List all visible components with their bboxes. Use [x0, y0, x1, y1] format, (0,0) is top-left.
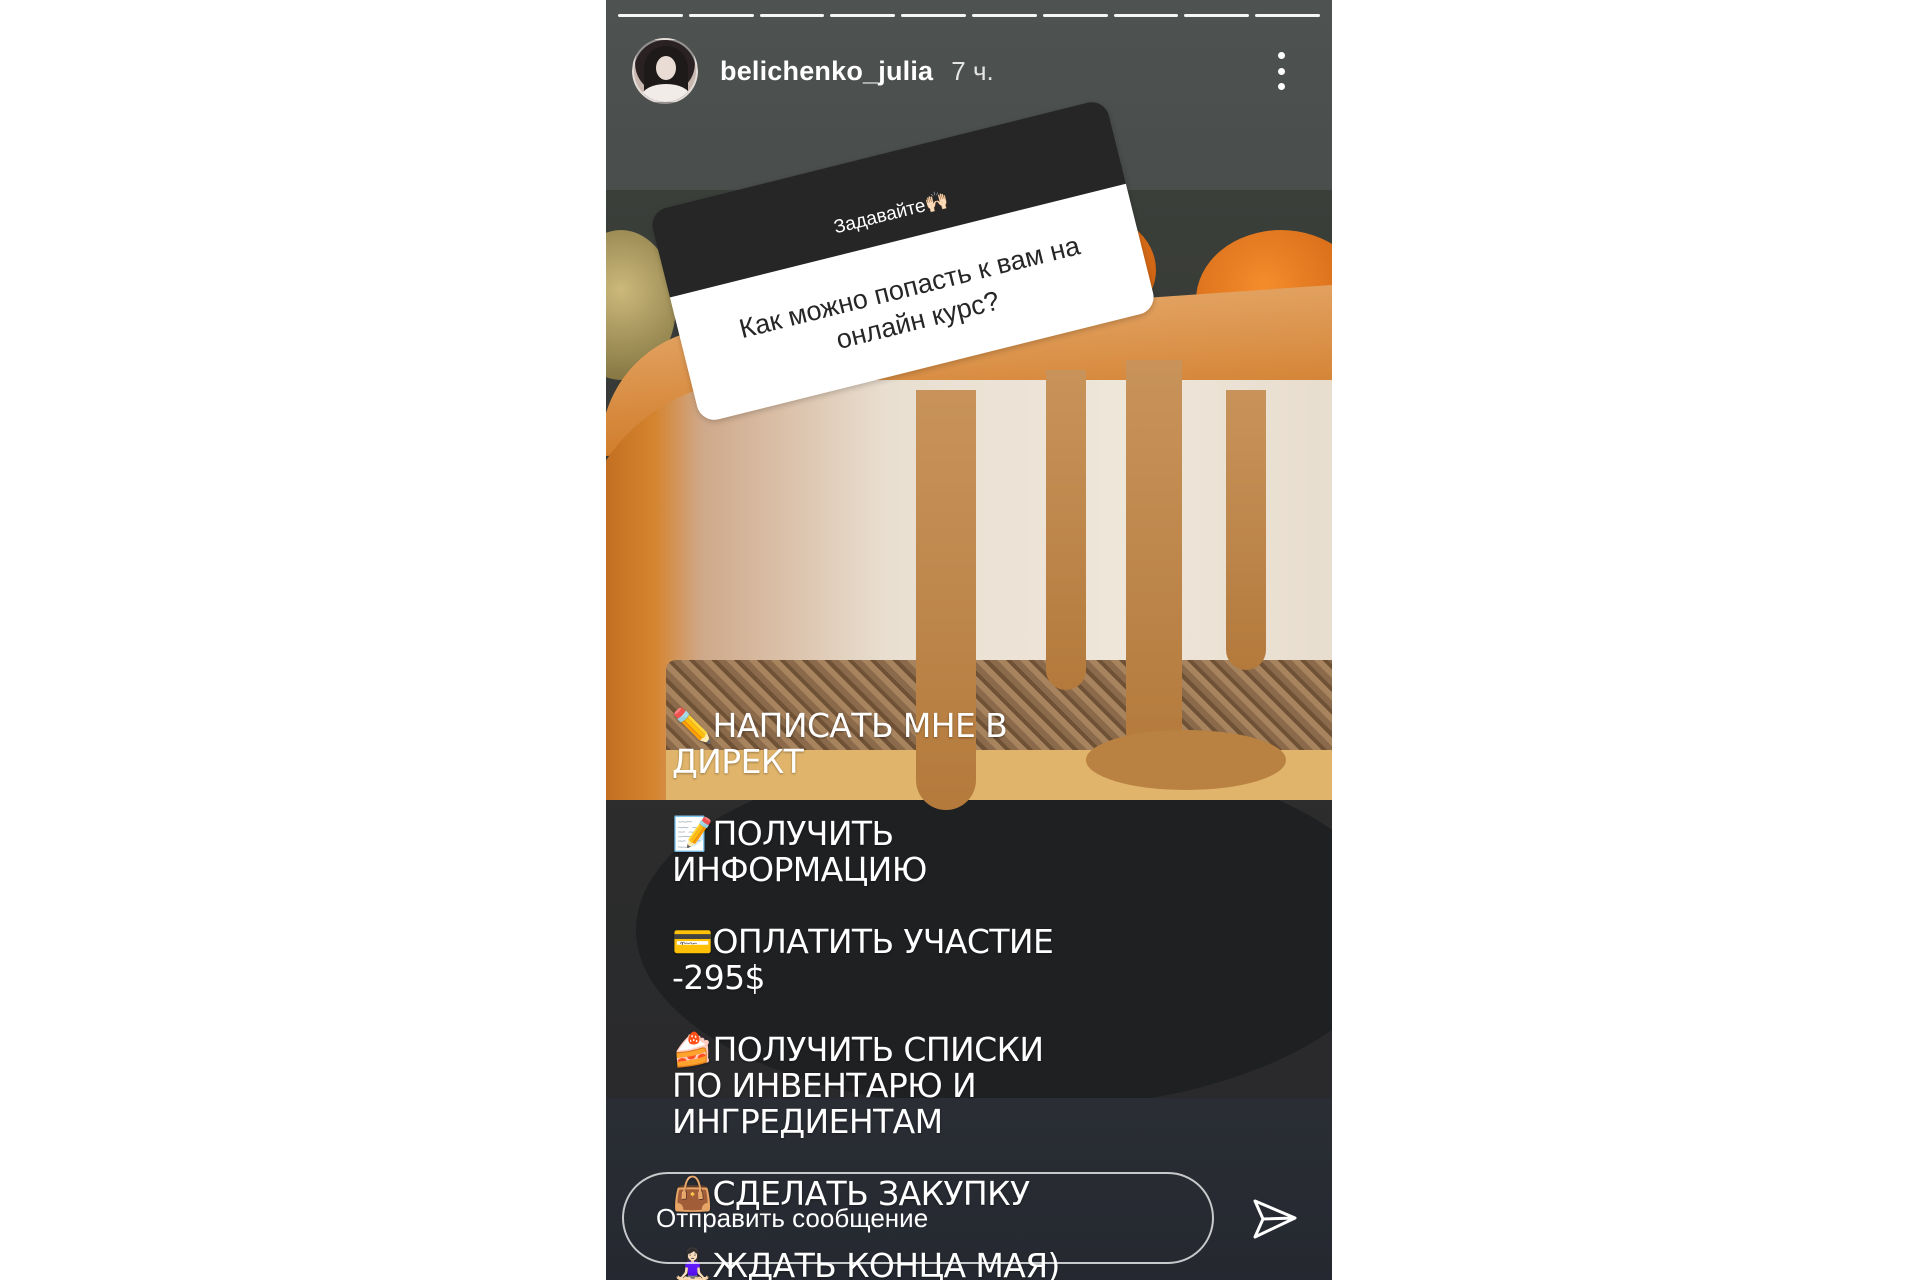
avatar[interactable] [632, 38, 698, 104]
progress-segment [830, 14, 896, 17]
story-header: belichenko_julia 7 ч. [632, 36, 1306, 106]
progress-segment [1255, 14, 1320, 17]
progress-segment [1184, 14, 1250, 17]
story-text-line: 📝ПОЛУЧИТЬ ИНФОРМАЦИЮ [672, 814, 927, 889]
progress-segment [1113, 14, 1179, 17]
progress-segment [1042, 14, 1108, 17]
progress-segment [759, 14, 825, 17]
username[interactable]: belichenko_julia [720, 56, 933, 87]
progress-segment [901, 14, 966, 17]
story-viewer[interactable]: belichenko_julia 7 ч. Задавайте🙌🏻 Как мо… [606, 0, 1332, 1280]
progress-segment [688, 14, 754, 17]
more-vertical-icon[interactable] [1276, 52, 1286, 90]
story-text-line: ✏️НАПИСАТЬ МНЕ В ДИРЕКТ [672, 706, 1008, 781]
reply-input[interactable]: Отправить сообщение [622, 1172, 1214, 1264]
story-text-line: 🍰ПОЛУЧИТЬ СПИСКИ ПО ИНВЕНТАРЮ И ИНГРЕДИЕ… [672, 1030, 1044, 1141]
progress-segment [618, 14, 683, 17]
send-icon[interactable] [1252, 1196, 1298, 1242]
reply-placeholder: Отправить сообщение [656, 1202, 929, 1233]
progress-segment [971, 14, 1037, 17]
story-text-line: 💳ОПЛАТИТЬ УЧАСТИЕ -295$ [672, 922, 1054, 997]
post-time: 7 ч. [951, 55, 994, 86]
story-progress-bar [618, 14, 1320, 17]
